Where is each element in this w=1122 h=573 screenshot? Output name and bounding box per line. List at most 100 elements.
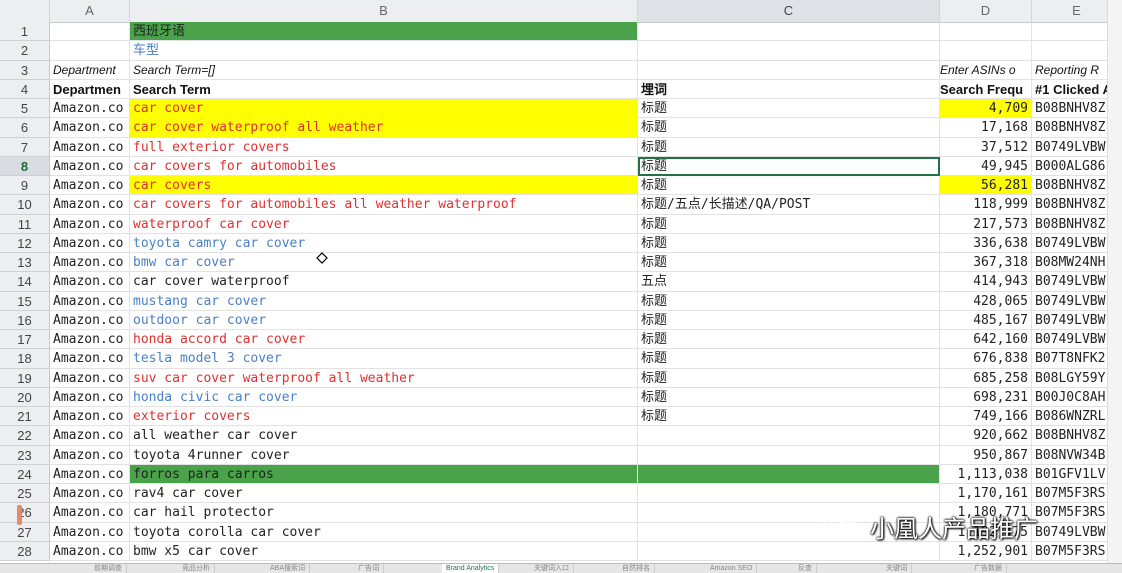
column-header-d[interactable]: D xyxy=(940,0,1032,22)
cell-search-frequency[interactable]: 49,945 xyxy=(940,156,1032,176)
cell-placement[interactable]: 标题 xyxy=(638,368,940,388)
row-header[interactable]: 10 xyxy=(0,195,50,215)
cell-department[interactable]: Amazon.co xyxy=(50,291,130,311)
cell-search-frequency[interactable]: 118,999 xyxy=(940,195,1032,215)
cell-search-term[interactable]: car cover xyxy=(130,99,638,119)
cell-department[interactable]: Amazon.co xyxy=(50,233,130,253)
cell-department[interactable]: Amazon.co xyxy=(50,156,130,176)
cell-placement[interactable]: 标题 xyxy=(638,310,940,330)
row-header[interactable]: 14 xyxy=(0,272,50,292)
cell-department[interactable]: Amazon.co xyxy=(50,541,130,561)
cell-department[interactable]: Departmen xyxy=(50,79,130,99)
cell-search-term[interactable]: tesla model 3 cover xyxy=(130,349,638,369)
row-header[interactable]: 17 xyxy=(0,330,50,350)
cell-search-frequency[interactable] xyxy=(940,22,1032,42)
cell-search-frequency[interactable]: 17,168 xyxy=(940,118,1032,138)
row-header[interactable]: 18 xyxy=(0,349,50,369)
cell-search-term[interactable]: bmw x5 car cover xyxy=(130,541,638,561)
cell-placement[interactable]: 标题 xyxy=(638,156,940,176)
cell-placement[interactable]: 标题/五点/长描述/QA/POST xyxy=(638,195,940,215)
cell-placement[interactable]: 标题 xyxy=(638,330,940,350)
cell-search-frequency[interactable]: 1,113,038 xyxy=(940,464,1032,484)
row-header[interactable]: 20 xyxy=(0,387,50,407)
cell-department[interactable]: Amazon.co xyxy=(50,272,130,292)
cell-department[interactable]: Amazon.co xyxy=(50,99,130,119)
cell-search-term[interactable]: car cover waterproof xyxy=(130,272,638,292)
cell-search-frequency[interactable]: Enter ASINs o xyxy=(940,60,1032,80)
cell-search-term[interactable]: car covers for automobiles xyxy=(130,156,638,176)
row-header[interactable]: 1 xyxy=(0,22,50,42)
cell-placement[interactable]: 标题 xyxy=(638,387,940,407)
cell-department[interactable]: Amazon.co xyxy=(50,464,130,484)
cell-placement[interactable]: 标题 xyxy=(638,233,940,253)
cell-search-frequency[interactable]: 428,065 xyxy=(940,291,1032,311)
row-header[interactable]: 11 xyxy=(0,214,50,234)
column-header-a[interactable]: A xyxy=(50,0,130,22)
cell-search-frequency[interactable]: 950,867 xyxy=(940,445,1032,465)
column-header-c[interactable]: C xyxy=(638,0,940,22)
cell-search-term[interactable]: full exterior covers xyxy=(130,137,638,157)
cell-search-frequency[interactable]: 749,166 xyxy=(940,407,1032,427)
row-header[interactable]: 6 xyxy=(0,118,50,138)
cell-placement[interactable]: 标题 xyxy=(638,407,940,427)
cell-placement[interactable]: 标题 xyxy=(638,349,940,369)
cell-search-frequency[interactable]: 485,167 xyxy=(940,310,1032,330)
cell-search-frequency[interactable]: 1,170,161 xyxy=(940,484,1032,504)
cell-department[interactable]: Amazon.co xyxy=(50,426,130,446)
row-header[interactable]: 28 xyxy=(0,541,50,561)
cell-placement[interactable]: 标题 xyxy=(638,176,940,196)
cell-search-frequency[interactable]: Search Frequ xyxy=(940,79,1032,99)
row-header[interactable]: 25 xyxy=(0,484,50,504)
cell-department[interactable]: Amazon.co xyxy=(50,253,130,273)
cell-placement[interactable]: 五点 xyxy=(638,272,940,292)
row-header[interactable]: 5 xyxy=(0,99,50,119)
cell-placement[interactable] xyxy=(638,426,940,446)
cell-placement[interactable] xyxy=(638,484,940,504)
cell-placement[interactable]: 标题 xyxy=(638,118,940,138)
cell-search-frequency[interactable]: 685,258 xyxy=(940,368,1032,388)
cell-search-term[interactable]: honda accord car cover xyxy=(130,330,638,350)
cell-department[interactable]: Amazon.co xyxy=(50,368,130,388)
cell-department[interactable]: Amazon.co xyxy=(50,330,130,350)
row-header[interactable]: 12 xyxy=(0,233,50,253)
row-header[interactable]: 23 xyxy=(0,445,50,465)
cell-placement[interactable]: 标题 xyxy=(638,253,940,273)
cell-department[interactable]: Amazon.co xyxy=(50,310,130,330)
cell-department[interactable]: Amazon.co xyxy=(50,407,130,427)
cell-placement[interactable] xyxy=(638,445,940,465)
cell-search-term[interactable]: car cover waterproof all weather xyxy=(130,118,638,138)
row-header[interactable]: 22 xyxy=(0,426,50,446)
cell-search-term[interactable]: bmw car cover xyxy=(130,253,638,273)
cell-search-term[interactable]: car covers xyxy=(130,176,638,196)
row-header[interactable]: 21 xyxy=(0,407,50,427)
row-header[interactable]: 3 xyxy=(0,60,50,80)
cell-search-term[interactable]: Search Term xyxy=(130,79,638,99)
cell-placement[interactable]: 标题 xyxy=(638,214,940,234)
cell-search-frequency[interactable]: 4,709 xyxy=(940,99,1032,119)
cell-department[interactable]: Amazon.co xyxy=(50,503,130,523)
row-header[interactable]: 2 xyxy=(0,41,50,61)
cell-search-term[interactable]: waterproof car cover xyxy=(130,214,638,234)
cell-search-frequency[interactable]: 642,160 xyxy=(940,330,1032,350)
vertical-scrollbar[interactable] xyxy=(1107,0,1122,563)
cell-department[interactable] xyxy=(50,41,130,61)
cell-search-term[interactable]: car covers for automobiles all weather w… xyxy=(130,195,638,215)
cell-search-frequency[interactable]: 37,512 xyxy=(940,137,1032,157)
cell-search-frequency[interactable] xyxy=(940,41,1032,61)
cell-department[interactable]: Amazon.co xyxy=(50,118,130,138)
select-all-corner[interactable] xyxy=(0,0,50,22)
cell-placement[interactable] xyxy=(638,22,940,42)
row-header[interactable]: 19 xyxy=(0,368,50,388)
cell-search-term[interactable]: Search Term=[] xyxy=(130,60,638,80)
row-header[interactable]: 27 xyxy=(0,522,50,542)
cell-department[interactable]: Amazon.co xyxy=(50,484,130,504)
cell-search-frequency[interactable]: 367,318 xyxy=(940,253,1032,273)
cell-placement[interactable] xyxy=(638,60,940,80)
column-header-b[interactable]: B xyxy=(130,0,638,22)
cell-search-frequency[interactable]: 920,662 xyxy=(940,426,1032,446)
cell-search-frequency[interactable]: 698,231 xyxy=(940,387,1032,407)
cell-search-term[interactable]: toyota 4runner cover xyxy=(130,445,638,465)
row-header[interactable]: 24 xyxy=(0,464,50,484)
cell-placement[interactable]: 标题 xyxy=(638,291,940,311)
cell-placement[interactable] xyxy=(638,464,940,484)
